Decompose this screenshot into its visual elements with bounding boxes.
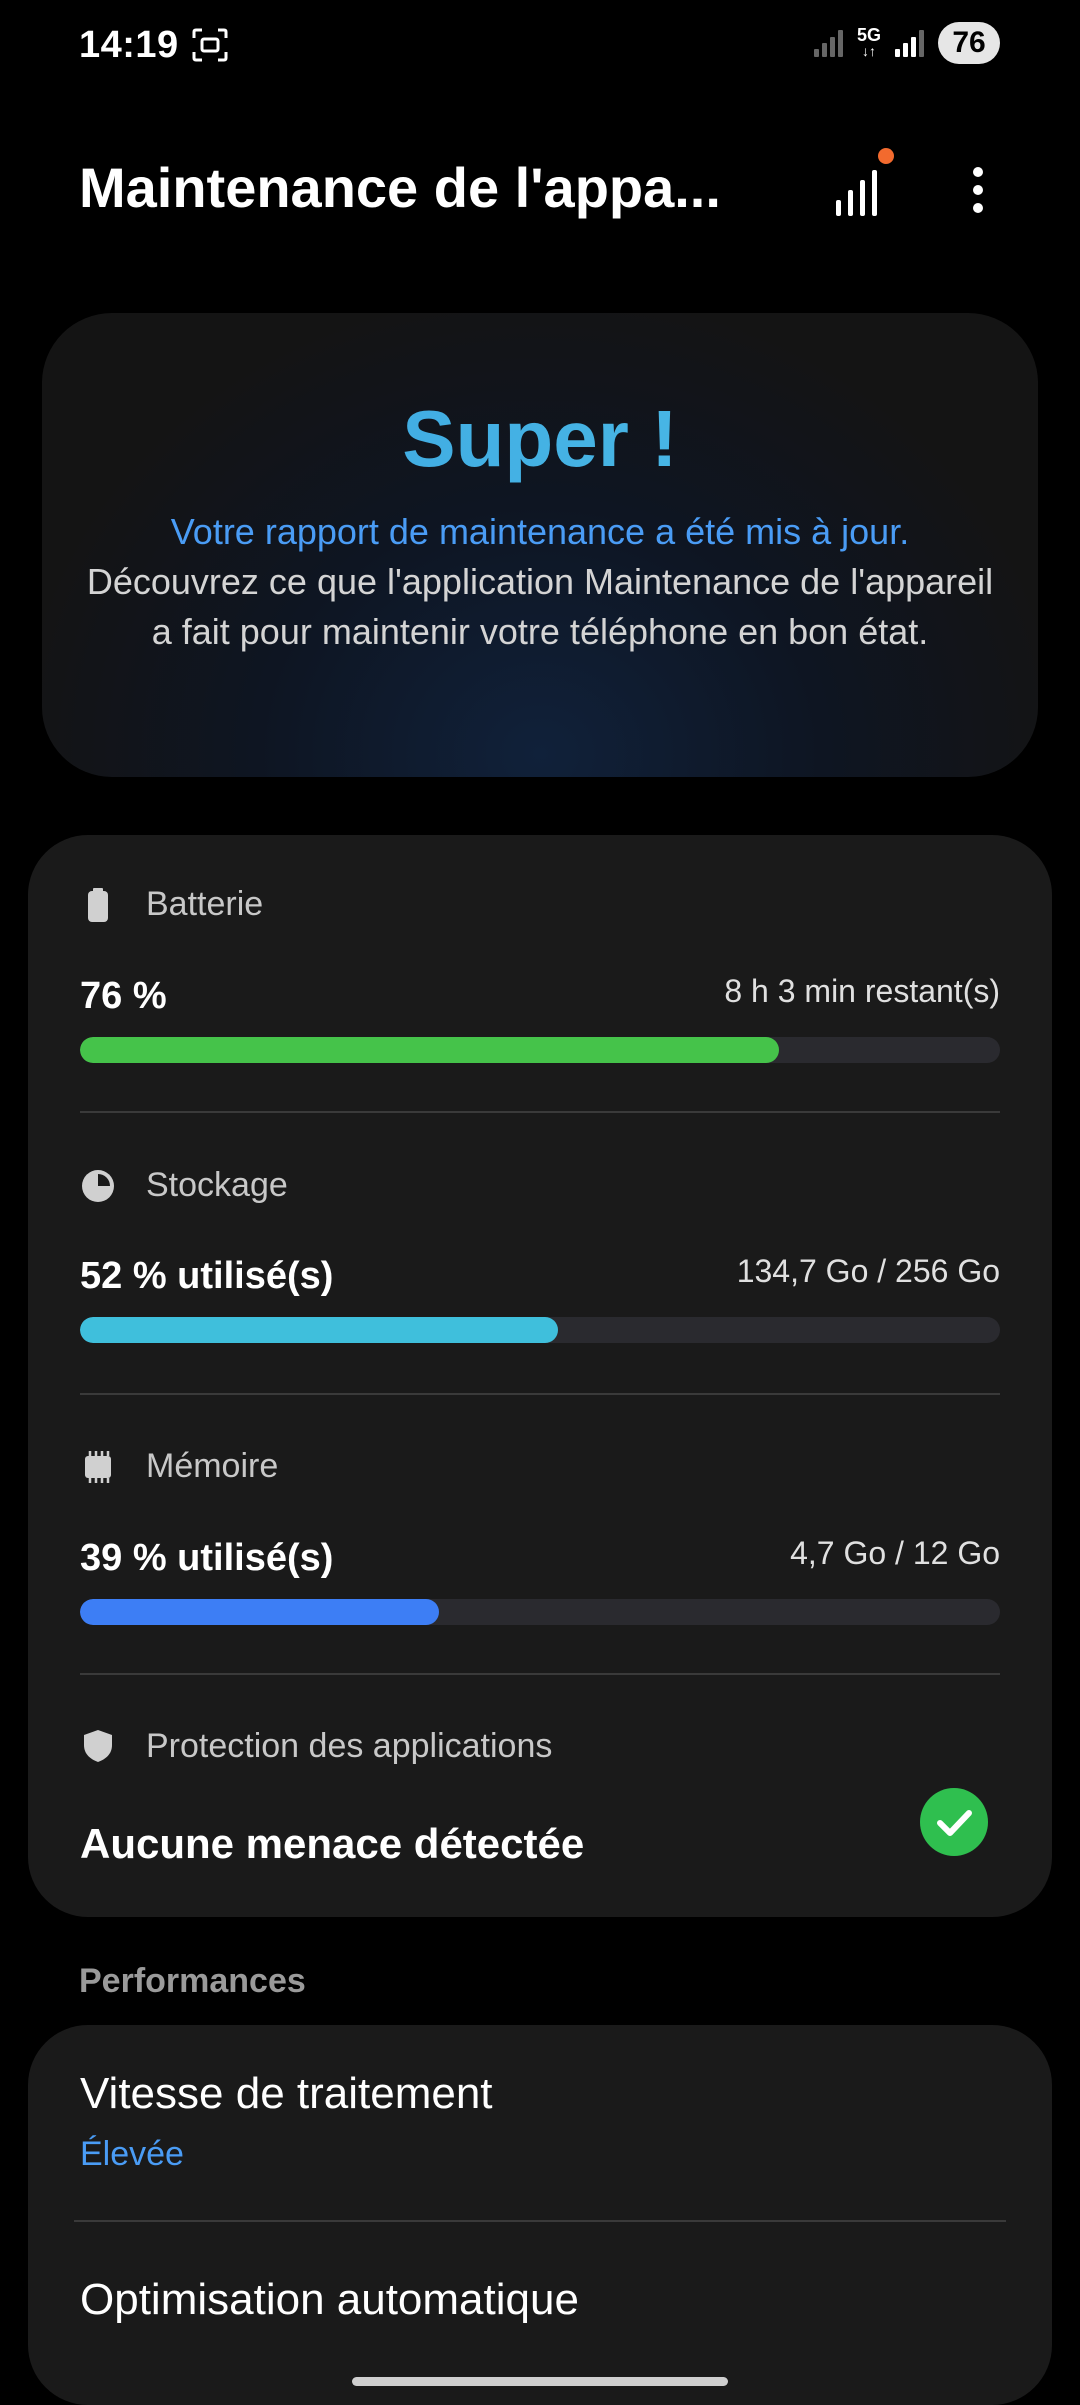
shield-icon bbox=[84, 1730, 112, 1762]
maintenance-report-card[interactable]: Super ! Votre rapport de maintenance a é… bbox=[42, 313, 1038, 777]
memory-bar-fill bbox=[80, 1599, 439, 1625]
battery-icon bbox=[88, 888, 108, 922]
status-time: 14:19 bbox=[79, 24, 179, 66]
hero-title: Super ! bbox=[42, 393, 1038, 485]
battery-remaining: 8 h 3 min restant(s) bbox=[724, 973, 1000, 1009]
network-5g-icon: 5G ↓↑ bbox=[856, 25, 881, 59]
storage-pie-icon bbox=[82, 1170, 114, 1202]
more-options-icon[interactable] bbox=[948, 160, 1008, 220]
signal-icon-2 bbox=[895, 29, 924, 57]
memory-bar bbox=[80, 1599, 1000, 1625]
signal-icon-1 bbox=[813, 29, 843, 57]
battery-bar bbox=[80, 1037, 1000, 1063]
storage-bar-fill bbox=[80, 1317, 559, 1343]
memory-percent: 39 % utilisé(s) bbox=[80, 1537, 334, 1579]
protection-status: Aucune menace détectée bbox=[80, 1820, 585, 1867]
storage-bar bbox=[80, 1317, 1000, 1343]
storage-label: Stockage bbox=[146, 1166, 288, 1204]
home-gesture-bar[interactable] bbox=[352, 2377, 728, 2386]
divider bbox=[80, 1673, 1000, 1675]
report-updated-link[interactable]: Votre rapport de maintenance a été mis à… bbox=[42, 507, 1038, 557]
memory-chip-icon bbox=[85, 1451, 111, 1483]
performances-section-title: Performances bbox=[79, 1962, 306, 2000]
auto-optimization-item[interactable]: Optimisation automatique bbox=[80, 2275, 579, 2325]
memory-amount: 4,7 Go / 12 Go bbox=[790, 1535, 1000, 1571]
signal-chart-icon bbox=[836, 170, 877, 216]
battery-indicator: 76 bbox=[938, 22, 1000, 64]
battery-bar-fill bbox=[80, 1037, 780, 1063]
divider bbox=[80, 1111, 1000, 1113]
storage-percent: 52 % utilisé(s) bbox=[80, 1255, 334, 1297]
protection-label: Protection des applications bbox=[146, 1727, 553, 1765]
notification-dot bbox=[878, 148, 894, 164]
screen-recorder-icon bbox=[192, 28, 228, 62]
processing-speed-item[interactable]: Vitesse de traitement bbox=[80, 2069, 493, 2119]
performance-stats-button[interactable] bbox=[830, 148, 894, 220]
device-stats-card: Batterie 76 % 8 h 3 min restant(s) Stock… bbox=[28, 835, 1052, 1917]
storage-amount: 134,7 Go / 256 Go bbox=[736, 1253, 1000, 1289]
divider bbox=[74, 2220, 1006, 2222]
status-right: 5G ↓↑ 76 bbox=[813, 22, 1000, 64]
battery-label: Batterie bbox=[146, 885, 264, 923]
battery-percent: 76 % bbox=[80, 975, 167, 1017]
divider bbox=[80, 1393, 1000, 1395]
page-title: Maintenance de l'appa... bbox=[79, 156, 721, 219]
memory-label: Mémoire bbox=[146, 1447, 279, 1485]
hero-description: Découvrez ce que l'application Maintenan… bbox=[86, 561, 994, 652]
performances-card: Vitesse de traitement Élevée Optimisatio… bbox=[28, 2025, 1052, 2405]
processing-speed-value: Élevée bbox=[80, 2135, 184, 2173]
check-icon bbox=[920, 1788, 988, 1856]
